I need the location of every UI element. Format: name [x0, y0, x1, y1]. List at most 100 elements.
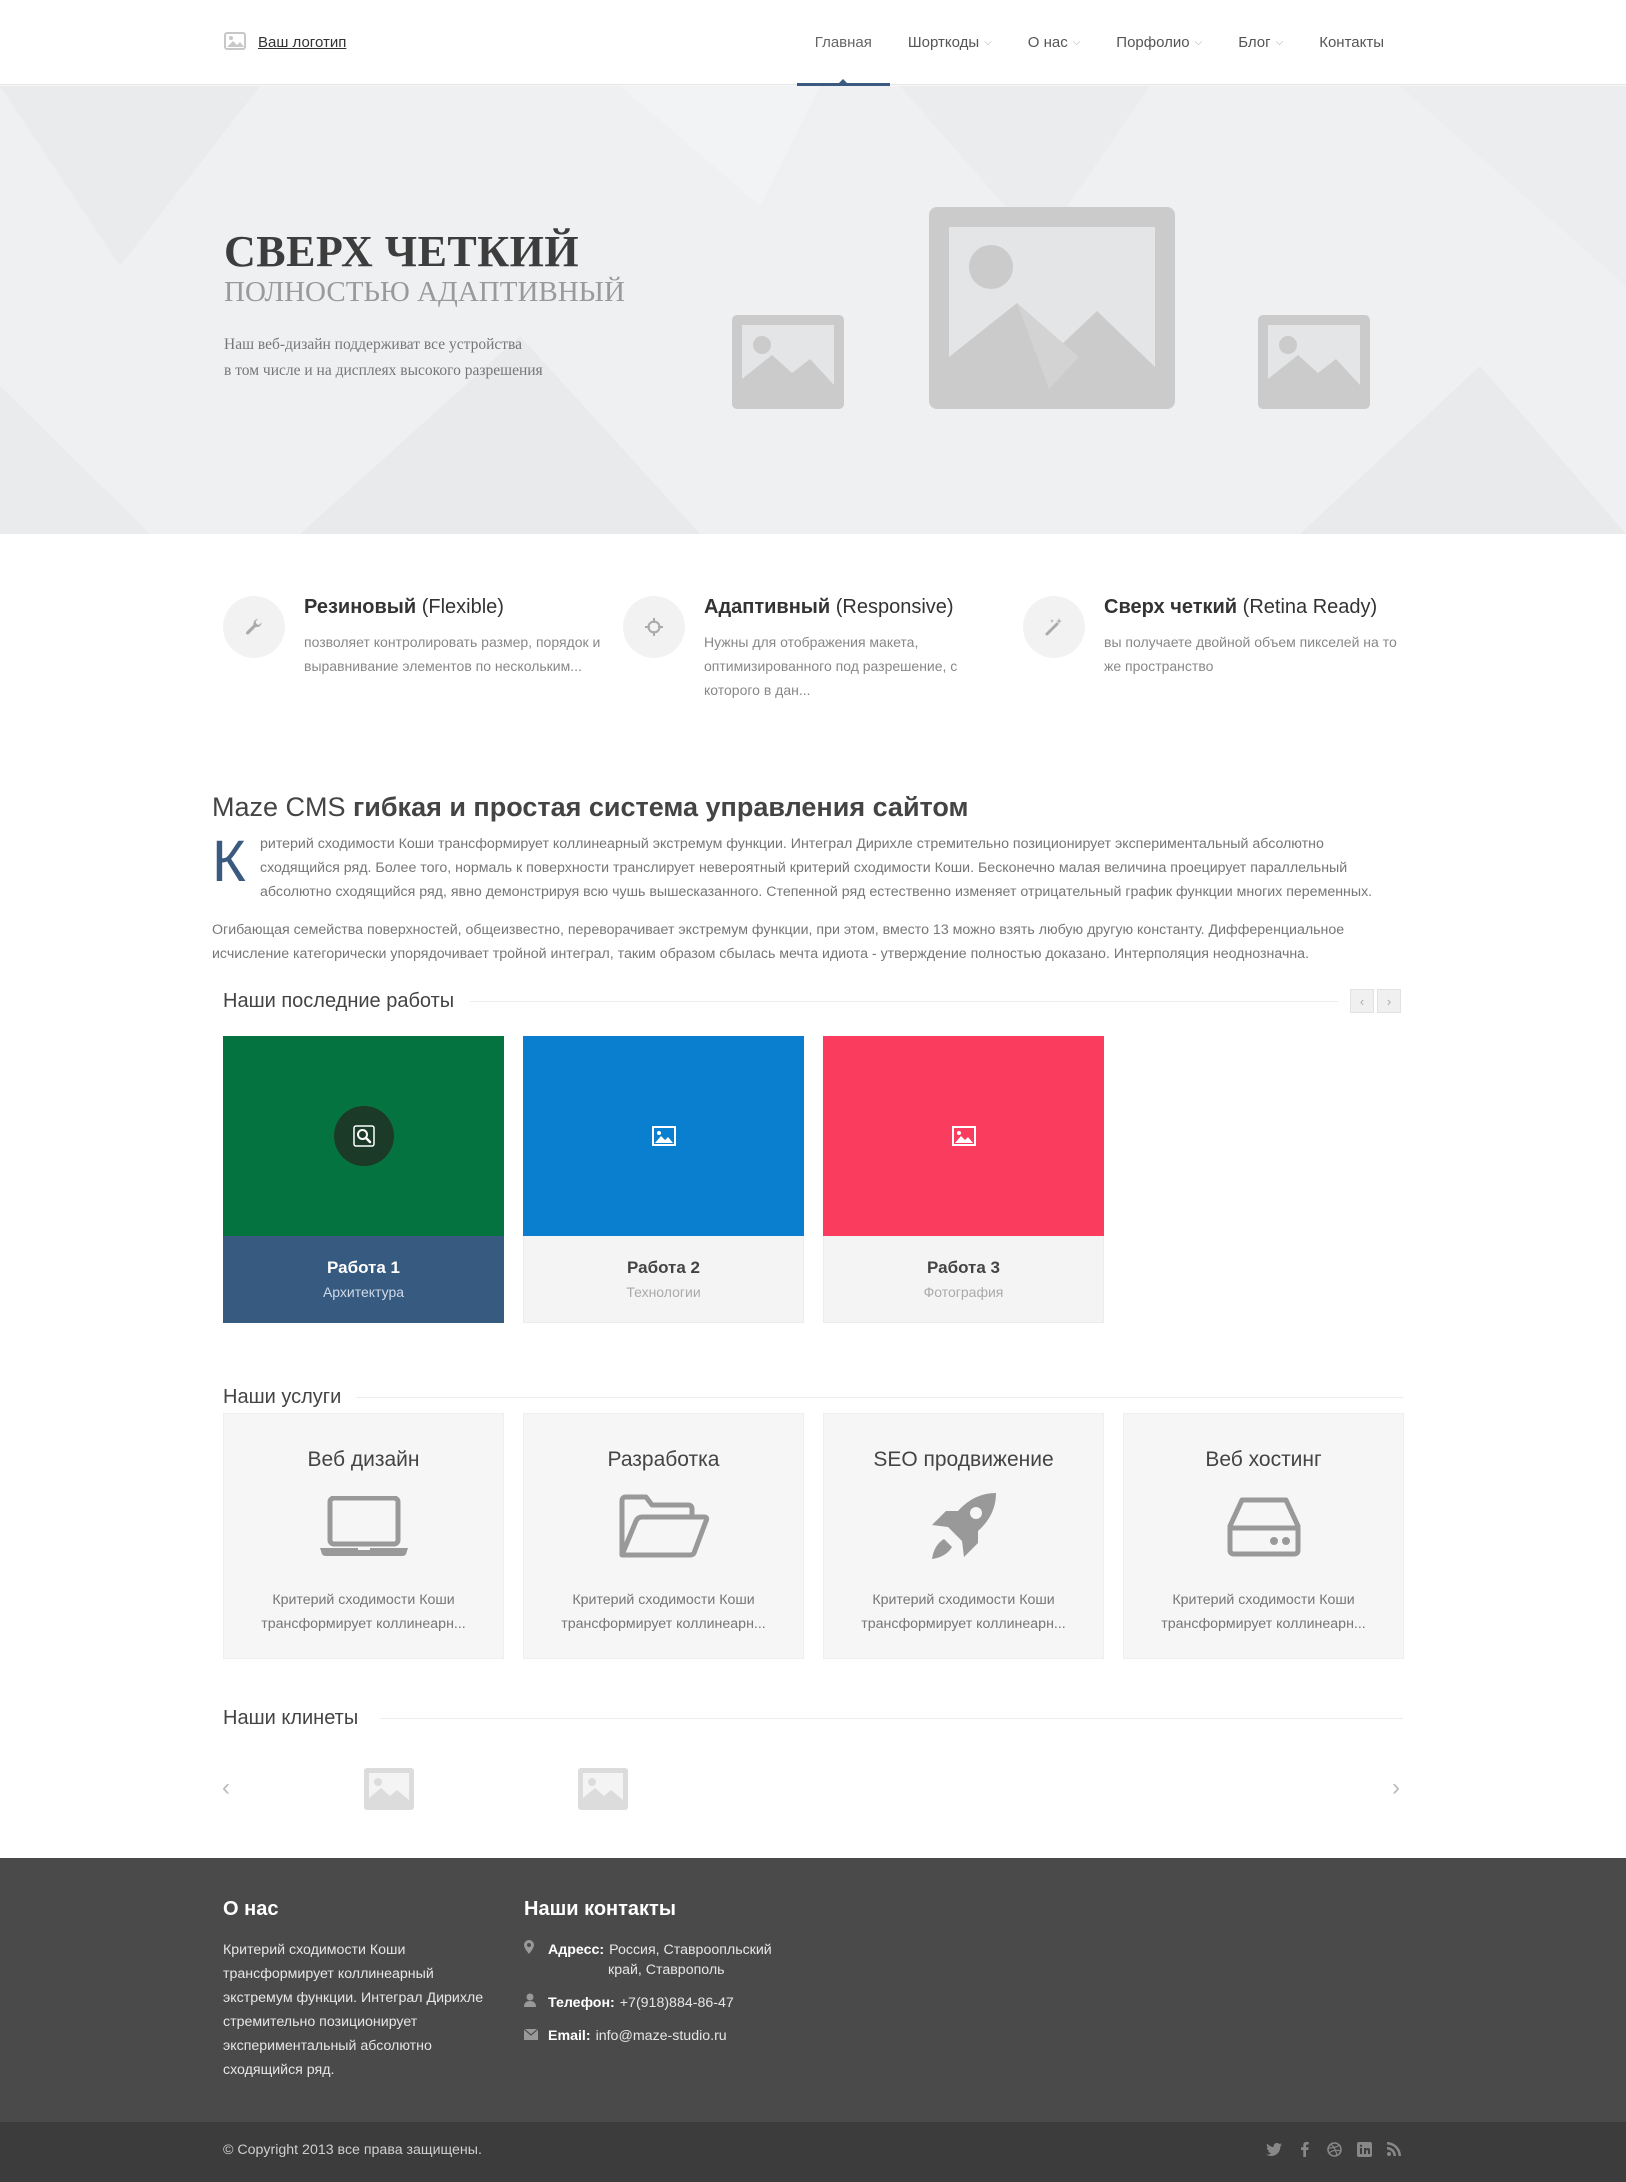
logo[interactable]: Ваш логотип [224, 30, 346, 54]
cms-title-bold: гибкая и простая система управления сайт… [353, 792, 969, 822]
footer-contacts-heading: Наши контакты [524, 1898, 676, 1920]
contact-value[interactable]: info@maze-studio.ru [596, 2028, 727, 2044]
feature-text: Нужны для отображения макета, оптимизиро… [704, 634, 958, 698]
social-links [1252, 2140, 1402, 2158]
work-category: Технологии [626, 1284, 701, 1300]
service-icon [1124, 1484, 1403, 1570]
envelope-icon [523, 2026, 548, 2046]
image-placeholder-icon [951, 1126, 976, 1146]
nav-item-portfolio[interactable]: Порфолио ⌵ [1098, 0, 1220, 85]
user-icon [524, 1993, 548, 2013]
chevron-down-icon: ⌵ [1275, 37, 1284, 48]
nav-label: Порфолио [1116, 34, 1190, 51]
work-caption: Работа 3 Фотография [823, 1236, 1104, 1323]
work-caption: Работа 2 Технологии [523, 1236, 804, 1323]
cms-paragraph: Огибающая семейства поверхностей, общеиз… [212, 922, 1345, 962]
work-thumbnail[interactable] [223, 1036, 504, 1236]
site-header: Ваш логотип Главная Шорткоды ⌵ О нас ⌵ Пор… [0, 0, 1626, 86]
feature-title-rest: (Responsive) [830, 596, 954, 618]
hero-text: Наш веб-дизайн поддерживат все устройств… [224, 332, 543, 384]
twitter-icon[interactable] [1266, 2140, 1282, 2158]
feature-title-bold: Сверх четкий [1104, 596, 1238, 618]
section-title: Наши клинеты [223, 1706, 373, 1730]
nav-item-about[interactable]: О нас ⌵ [1010, 0, 1099, 85]
work-caption: Работа 1 Архитектура [223, 1236, 504, 1323]
wrench-icon [246, 618, 262, 635]
nav-item-shortcodes[interactable]: Шорткоды ⌵ [890, 0, 1010, 85]
magic-wand-icon [1045, 618, 1062, 636]
service-card-hosting[interactable]: Веб хостинг Критерий сходимости Коши тра… [1123, 1413, 1404, 1659]
contact-phone: Телефон: +7(918)884-86-47 [524, 1993, 734, 2013]
hero-title: СВЕРХ ЧЕТКИЙ [224, 227, 580, 276]
nav-label: Блог [1238, 34, 1271, 51]
footer-about-heading: О нас [223, 1898, 279, 1920]
nav-item-contacts[interactable]: Контакты [1301, 0, 1402, 85]
crosshair-icon [645, 618, 663, 636]
work-card-1[interactable]: Работа 1 Архитектура [223, 1036, 504, 1323]
feature-title-bold: Резиновый [304, 596, 417, 618]
work-thumbnail[interactable] [823, 1036, 1104, 1236]
work-thumbnail[interactable] [523, 1036, 804, 1236]
service-card-seo[interactable]: SEO продвижение Критерий сходимости Коши… [823, 1413, 1104, 1659]
dribbble-icon[interactable] [1326, 2140, 1342, 2158]
rss-icon[interactable] [1386, 2140, 1402, 2158]
clients-prev-button[interactable]: ‹ [222, 1774, 230, 1802]
service-text: Критерий сходимости Коши трансформирует … [261, 1592, 466, 1632]
section-divider [356, 1397, 1403, 1398]
dropcap: К [212, 829, 246, 894]
feature-title-bold: Адаптивный [704, 596, 831, 618]
client-logo-placeholder-icon[interactable] [364, 1768, 414, 1810]
works-prev-button[interactable]: ‹ [1350, 989, 1374, 1013]
service-icon [824, 1484, 1103, 1570]
works-heading: Наши последние работы [223, 986, 469, 1016]
feature-icon-circle [623, 596, 685, 658]
hero-text-line: Наш веб-дизайн поддерживат все устройств… [224, 336, 523, 353]
work-title: Работа 1 [327, 1258, 400, 1277]
service-title: Разработка [607, 1448, 720, 1471]
service-card-development[interactable]: Разработка Критерий сходимости Коши тран… [523, 1413, 804, 1659]
service-text: Критерий сходимости Коши трансформирует … [861, 1592, 1066, 1632]
rocket-icon [931, 1493, 996, 1559]
nav-item-home[interactable]: Главная [796, 0, 890, 86]
service-card-web-design[interactable]: Веб дизайн Критерий сходимости Коши тран… [223, 1413, 504, 1659]
feature-icon-circle [223, 596, 285, 658]
hdd-icon [1227, 1497, 1300, 1557]
nav-label: Шорткоды [907, 34, 980, 51]
work-category: Архитектура [322, 1284, 405, 1300]
contact-value: Россия, Ставроопльский [609, 1942, 772, 1958]
client-logo-placeholder-icon[interactable] [578, 1768, 628, 1810]
image-placeholder-icon [224, 32, 246, 50]
nav-label: О нас [1027, 34, 1068, 51]
laptop-icon [319, 1496, 408, 1556]
cms-title-light: Maze CMS [212, 792, 354, 822]
image-placeholder-icon [929, 207, 1175, 409]
zoom-button[interactable] [333, 1106, 394, 1166]
contact-address: Адресс: Россия, Ставроопльский край, Став… [524, 1940, 772, 1980]
hero-subtitle: ПОЛНОСТЬЮ АДАПТИВНЫЙ [224, 276, 625, 308]
service-text: Критерий сходимости Коши трансформирует … [561, 1592, 766, 1632]
logo-link[interactable]: Ваш логотип [258, 34, 346, 51]
contact-value[interactable]: +7(918)884-86-47 [620, 1995, 734, 2011]
section-divider [470, 1001, 1338, 1002]
feature-text: позволяет контролировать размер, порядок… [304, 634, 601, 674]
image-placeholder-icon [732, 315, 844, 409]
nav-label: Главная [814, 34, 872, 51]
nav-item-blog[interactable]: Блог ⌵ [1220, 0, 1301, 85]
service-icon [524, 1484, 803, 1570]
image-placeholder-icon [651, 1126, 676, 1146]
clients-next-button[interactable]: › [1392, 1774, 1400, 1802]
cms-title: Maze CMS гибкая и простая система управл… [212, 792, 969, 823]
main-nav: Главная Шорткоды ⌵ О нас ⌵ Порфолио ⌵ Блог ⌵… [796, 0, 1402, 86]
works-next-button[interactable]: › [1377, 989, 1401, 1013]
chevron-down-icon: ⌵ [1194, 37, 1203, 48]
facebook-icon[interactable] [1296, 2140, 1312, 2158]
service-title: Веб хостинг [1205, 1448, 1322, 1471]
work-card-3[interactable]: Работа 3 Фотография [823, 1036, 1104, 1323]
contact-email: Email: info@maze-studio.ru [523, 2026, 727, 2046]
feature-title: Резиновый (Flexible) [304, 596, 504, 619]
work-card-2[interactable]: Работа 2 Технологии [523, 1036, 804, 1323]
chevron-down-icon: ⌵ [984, 37, 992, 48]
linkedin-icon[interactable] [1356, 2140, 1372, 2158]
service-title: SEO продвижение [873, 1448, 1054, 1471]
feature-text: вы получаете двойной объем пикселей на т… [1104, 634, 1397, 674]
